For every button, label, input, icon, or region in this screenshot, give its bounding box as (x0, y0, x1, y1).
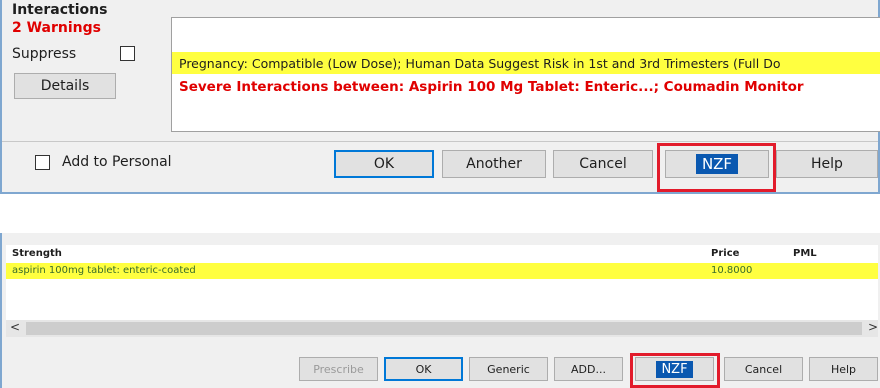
cancel-button[interactable]: Cancel (553, 150, 653, 178)
column-header-strength[interactable]: Strength (12, 248, 62, 259)
scroll-left-button[interactable]: < (10, 320, 20, 334)
scroll-right-button[interactable]: > (868, 320, 878, 334)
ok-button-label: OK (373, 156, 395, 172)
cancel-button-label: Cancel (744, 362, 783, 376)
another-button[interactable]: Another (442, 150, 546, 178)
suppress-label: Suppress (12, 46, 77, 62)
row-strength: aspirin 100mg tablet: enteric-coated (12, 265, 196, 276)
generic-button[interactable]: Generic (469, 357, 548, 381)
prescribe-button-label: Prescribe (313, 362, 364, 376)
interaction-messages: Pregnancy: Compatible (Low Dose); Human … (171, 17, 880, 132)
add-button-label: ADD... (571, 362, 606, 376)
nzf-callout-box (657, 143, 776, 192)
pregnancy-message: Pregnancy: Compatible (Low Dose); Human … (179, 56, 781, 71)
cancel-button-label: Cancel (579, 156, 627, 172)
ok-button[interactable]: OK (384, 357, 463, 381)
details-button[interactable]: Details (14, 73, 116, 99)
suppress-checkbox[interactable] (120, 46, 135, 61)
prescribe-button[interactable]: Prescribe (299, 357, 378, 381)
another-button-label: Another (466, 156, 522, 172)
warnings-count: 2 Warnings (12, 20, 101, 36)
details-button-label: Details (40, 78, 90, 94)
severe-interaction-message: Severe Interactions between: Aspirin 100… (179, 79, 804, 95)
interactions-label: Interactions (12, 2, 108, 18)
ok-button-label: OK (415, 362, 432, 376)
table-row[interactable]: aspirin 100mg tablet: enteric-coated 10.… (6, 263, 878, 279)
help-button[interactable]: Help (776, 150, 878, 178)
add-to-personal-label: Add to Personal (62, 154, 172, 170)
ok-button[interactable]: OK (334, 150, 434, 178)
help-button[interactable]: Help (809, 357, 878, 381)
column-header-price[interactable]: Price (711, 248, 739, 259)
add-button[interactable]: ADD... (554, 357, 623, 381)
horizontal-scrollbar[interactable]: < > (6, 320, 878, 337)
strength-panel: Strength Price PML aspirin 100mg tablet:… (0, 233, 880, 388)
generic-button-label: Generic (487, 362, 530, 376)
add-to-personal-checkbox[interactable] (35, 155, 50, 170)
scrollbar-thumb[interactable] (26, 322, 862, 335)
column-header-pml[interactable]: PML (793, 248, 817, 259)
row-price: 10.8000 (711, 265, 753, 276)
help-button-label: Help (830, 362, 857, 376)
interactions-dialog: Interactions 2 Warnings Suppress Details… (0, 0, 880, 194)
nzf-callout-box (630, 353, 720, 388)
cancel-button[interactable]: Cancel (724, 357, 803, 381)
help-button-label: Help (811, 156, 843, 172)
